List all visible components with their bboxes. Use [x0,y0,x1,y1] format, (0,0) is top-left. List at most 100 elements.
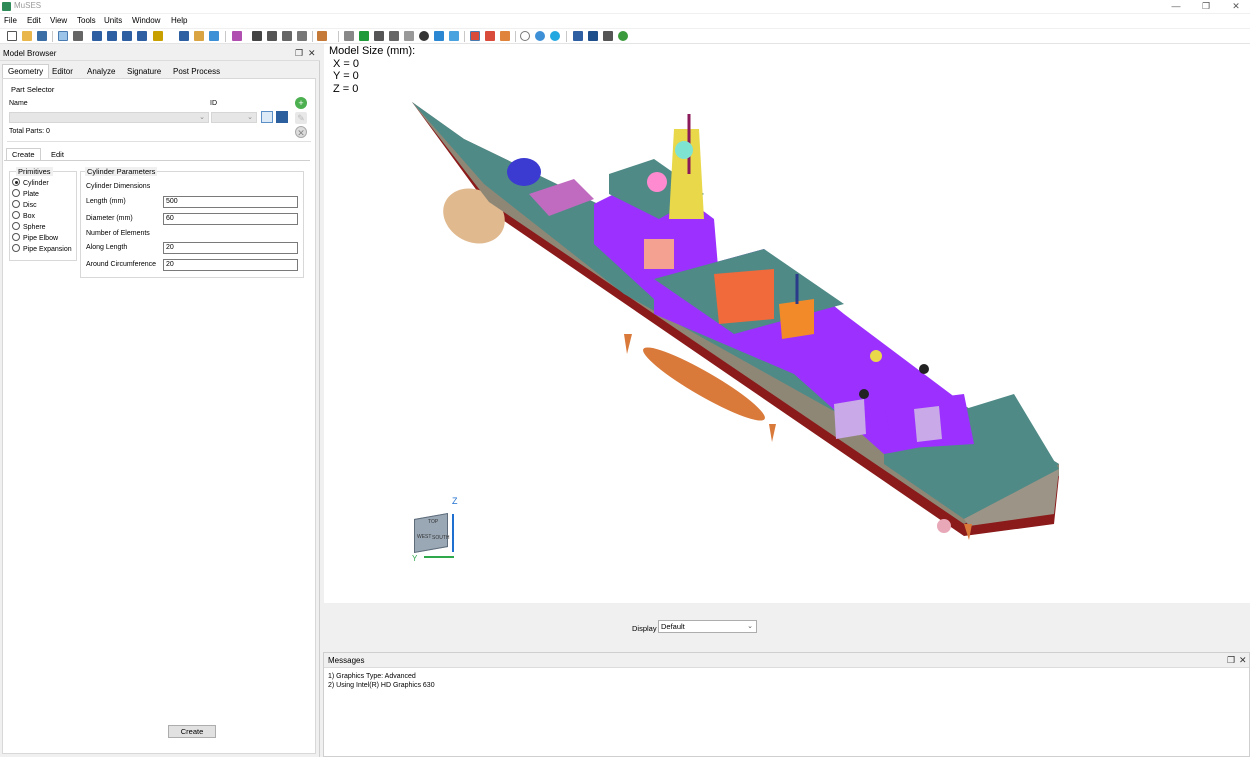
create-button[interactable]: Create [168,725,216,738]
subtab-edit[interactable]: Edit [45,148,70,160]
model-browser-title: Model Browser [3,49,57,58]
paint-dropdown-icon[interactable] [317,31,327,41]
length-input[interactable]: 500 [163,196,298,208]
radio-box[interactable]: Box [12,211,35,220]
sphere-dark-icon[interactable] [419,31,429,41]
subtab-create[interactable]: Create [6,148,41,160]
part-id-combo[interactable]: ⌄ [211,112,257,123]
menu-help[interactable]: Help [171,16,187,25]
add-part-icon[interactable]: + [295,97,307,109]
radio-pipe-expansion[interactable]: Pipe Expansion [12,244,72,253]
pick-mode-icon[interactable] [73,31,83,41]
link-icon[interactable] [449,31,459,41]
along-length-input[interactable]: 20 [163,242,298,254]
zoom-icon[interactable] [297,31,307,41]
radio-sphere[interactable]: Sphere [12,222,46,231]
bridge-window-panel [644,239,674,269]
radio-disc[interactable]: Disc [12,200,37,209]
close-panel-icon[interactable]: ✕ [308,49,317,58]
wireframe-icon[interactable] [344,31,354,41]
3d-viewport[interactable]: Model Size (mm): X = 0 Y = 0 Z = 0 Z Y T… [324,44,1250,603]
list-parts-icon[interactable] [261,111,273,123]
deck-fitting-1 [919,364,929,374]
table-parts-icon[interactable] [276,111,288,123]
select-mode-icon[interactable] [58,31,68,41]
messages-title: Messages [328,656,365,665]
align-center-icon[interactable] [107,31,117,41]
window-title: MuSES [14,1,42,10]
radio-pipe-elbow[interactable]: Pipe Elbow [12,233,58,242]
cylinder-dimensions-label: Cylinder Dimensions [86,183,151,190]
primitive-subtabs: Create Edit [4,148,310,160]
title-bar: MuSES — ❐ ✕ [0,0,1250,13]
align-left-icon[interactable] [92,31,102,41]
save-icon[interactable] [37,31,47,41]
menu-units[interactable]: Units [104,16,122,25]
tab-geometry[interactable]: Geometry [2,64,50,78]
delete-part-icon[interactable]: ✕ [295,126,307,138]
edit-part-icon[interactable]: ✎ [295,112,307,124]
tool-scissors-icon[interactable] [485,31,495,41]
grid-icon[interactable] [404,31,414,41]
full-sphere-icon[interactable] [550,31,560,41]
shaded-icon[interactable] [359,31,369,41]
menu-tools[interactable]: Tools [77,16,96,25]
tool-active-icon[interactable] [470,31,480,41]
align-right-icon[interactable] [122,31,132,41]
total-parts-text: Total Parts: 0 [9,128,50,135]
list-view-icon[interactable] [573,31,583,41]
main-toolbar [0,29,1250,44]
fit-view-icon[interactable] [282,31,292,41]
float-messages-icon[interactable]: ❐ [1227,656,1236,665]
report-icon[interactable] [603,31,613,41]
axes-icon[interactable] [252,31,262,41]
menu-edit[interactable]: Edit [27,16,41,25]
gun-turret [507,158,541,186]
float-panel-icon[interactable]: ❐ [295,49,304,58]
model-browser-panel: Model Browser ❐ ✕ Geometry Editor Analyz… [0,46,320,757]
diameter-label: Diameter (mm) [86,215,133,222]
table-view-icon[interactable] [588,31,598,41]
z-axis-arrow [452,514,454,552]
hangar-door [914,406,942,442]
open-folder-icon[interactable] [22,31,32,41]
globe-icon[interactable] [374,31,384,41]
menu-window[interactable]: Window [132,16,160,25]
moon-icon[interactable] [520,31,530,41]
half-sphere-icon[interactable] [535,31,545,41]
message-line: 2) Using Intel(R) HD Graphics 630 [328,682,435,689]
close-messages-icon[interactable]: ✕ [1239,656,1248,665]
model-browser-header: Model Browser ❐ ✕ [0,46,320,61]
transform-dropdown-icon[interactable] [153,31,163,41]
tab-editor[interactable]: Editor [46,64,79,78]
camera-icon[interactable] [232,31,242,41]
export-icon[interactable] [209,31,219,41]
around-circumference-input[interactable]: 20 [163,259,298,271]
new-file-icon[interactable] [7,31,17,41]
menu-view[interactable]: View [50,16,67,25]
distribute-icon[interactable] [137,31,147,41]
around-circumference-label: Around Circumference [86,261,157,268]
diameter-input[interactable]: 60 [163,213,298,225]
tab-signature[interactable]: Signature [121,64,167,78]
menu-file[interactable]: File [4,16,17,25]
mirror-icon[interactable] [179,31,189,41]
measure-icon[interactable] [194,31,204,41]
target-icon[interactable] [618,31,628,41]
probe-icon[interactable] [267,31,277,41]
tab-analyze[interactable]: Analyze [81,64,121,78]
cube-face-top: TOP [428,519,439,525]
side-door [834,399,866,439]
part-name-combo[interactable]: ⌄ [9,112,209,123]
radio-plate[interactable]: Plate [12,189,39,198]
cylinder-params-label: Cylinder Parameters [85,167,158,176]
tool-split-icon[interactable] [500,31,510,41]
cube-view-icon[interactable] [389,31,399,41]
close-window-button[interactable]: ✕ [1222,0,1250,13]
display-select[interactable]: Default ⌄ [658,620,757,633]
box-blue-icon[interactable] [434,31,444,41]
maximize-button[interactable]: ❐ [1192,0,1220,13]
radio-cylinder[interactable]: Cylinder [12,178,49,187]
tab-post-process[interactable]: Post Process [167,64,226,78]
minimize-button[interactable]: — [1162,0,1190,13]
